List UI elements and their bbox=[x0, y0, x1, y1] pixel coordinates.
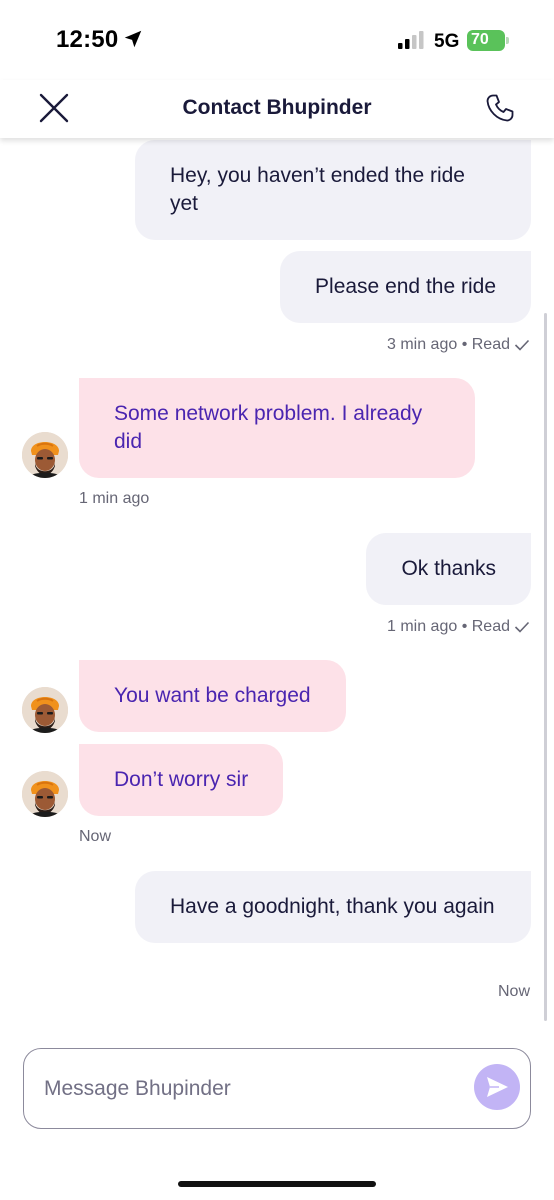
outgoing-message: Have a goodnight, thank you again bbox=[135, 871, 531, 943]
check-icon bbox=[514, 339, 530, 351]
avatar bbox=[22, 432, 68, 478]
battery-charging-icon: 70 bbox=[467, 30, 509, 51]
message-meta: 1 min ago • Read bbox=[386, 618, 510, 635]
page-title: Contact Bhupinder bbox=[182, 96, 372, 119]
message-meta: Now bbox=[497, 983, 530, 1000]
send-icon bbox=[487, 1077, 508, 1097]
outgoing-message: Hey, you haven’t ended the ride yet bbox=[135, 140, 531, 240]
incoming-message: Don’t worry sir bbox=[79, 744, 284, 816]
check-icon bbox=[514, 621, 530, 633]
battery-level: 70 bbox=[471, 31, 489, 48]
chat-header: Contact Bhupinder bbox=[0, 80, 554, 138]
outgoing-message: Ok thanks bbox=[366, 533, 531, 605]
outgoing-message: Please end the ride bbox=[280, 251, 531, 323]
home-indicator[interactable] bbox=[178, 1181, 376, 1187]
status-time: 12:50 bbox=[56, 26, 119, 53]
message-list[interactable]: Hey, you haven’t ended the ride yet Plea… bbox=[0, 138, 554, 1028]
message-meta: Now bbox=[79, 828, 112, 845]
status-bar: 12:50 5G 70 bbox=[0, 0, 554, 80]
location-arrow-icon bbox=[124, 30, 142, 48]
avatar bbox=[22, 771, 68, 817]
message-meta: 1 min ago bbox=[79, 490, 150, 507]
incoming-message: You want be charged bbox=[79, 660, 346, 732]
incoming-message: Some network problem. I already did bbox=[79, 378, 475, 478]
scrollbar[interactable] bbox=[544, 313, 547, 1021]
network-type: 5G bbox=[434, 31, 460, 52]
send-button[interactable] bbox=[474, 1064, 520, 1110]
message-status: 1 min ago • Read bbox=[387, 618, 530, 636]
signal-bars-icon bbox=[398, 31, 424, 49]
message-meta: 3 min ago • Read bbox=[386, 336, 510, 353]
message-composer bbox=[23, 1048, 531, 1129]
message-status: 3 min ago • Read bbox=[387, 336, 530, 354]
avatar bbox=[22, 687, 68, 733]
phone-icon[interactable] bbox=[484, 92, 516, 124]
message-input[interactable] bbox=[44, 1069, 464, 1109]
